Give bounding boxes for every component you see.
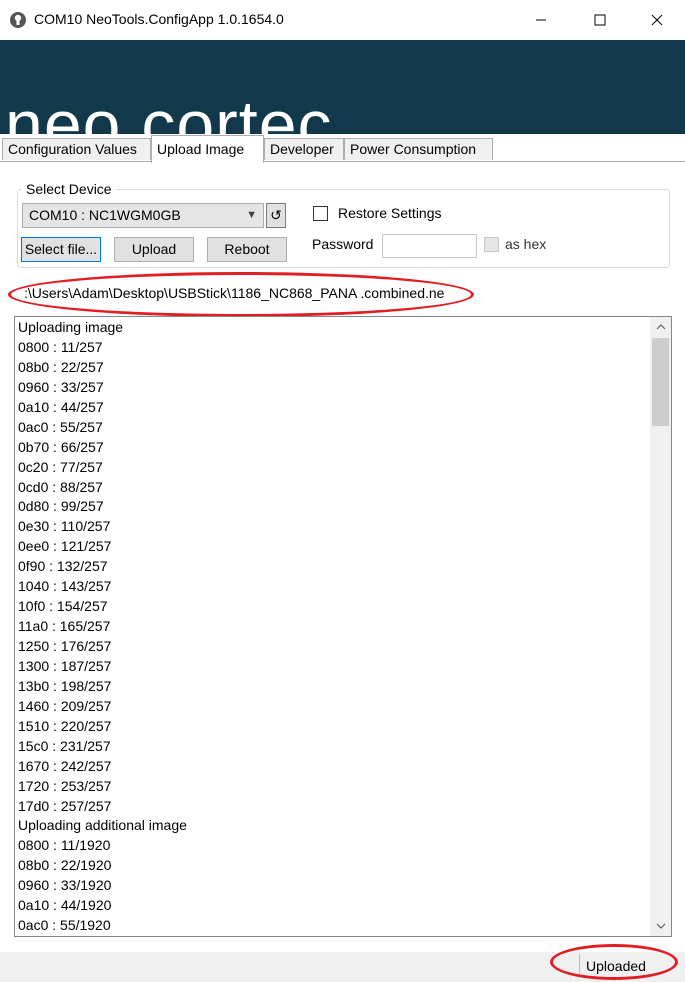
log-line: 1250 : 176/257 <box>18 638 112 654</box>
minimize-icon <box>536 19 546 21</box>
upload-button[interactable]: Upload <box>114 237 194 262</box>
log-line: 15c0 : 231/257 <box>18 737 111 754</box>
log-line: 13b0 : 198/257 <box>18 677 112 694</box>
log-line: Uploading additional image <box>18 817 187 834</box>
tab-configuration-values[interactable]: Configuration Values <box>2 138 151 160</box>
log-line: 08b0 : 22/1920 <box>18 857 112 874</box>
log-line: 0c20 : 77/257 <box>18 458 103 475</box>
log-line: 11a0 : 165/257 <box>18 618 111 635</box>
device-select[interactable]: COM10 : NC1WGM0GB ▼ <box>22 203 264 228</box>
upload-log[interactable]: Uploading image 0800 : 11/257 08b0 : 22/25… <box>14 316 672 937</box>
as-hex-checkbox[interactable] <box>484 237 499 252</box>
log-line: 0a10 : 44/1920 <box>18 897 112 914</box>
maximize-button[interactable] <box>571 0 629 40</box>
chevron-down-icon <box>656 923 665 929</box>
chevron-up-icon <box>656 324 665 330</box>
log-line: 0800 : 11/257 <box>18 338 103 355</box>
restore-settings-checkbox[interactable] <box>313 206 328 221</box>
app-icon <box>10 12 26 28</box>
log-lines: Uploading image 0800 : 11/257 08b0 : 22/25… <box>18 317 648 935</box>
log-line: 0e30 : 110/257 <box>18 518 111 535</box>
scroll-down-button[interactable] <box>650 916 671 936</box>
file-path-text: :\Users\Adam\Desktop\USBStick\1186_NC868… <box>24 285 445 301</box>
reboot-button[interactable]: Reboot <box>207 237 287 262</box>
title-bar: COM10 NeoTools.ConfigApp 1.0.1654.0 <box>0 0 685 40</box>
minimize-button[interactable] <box>512 0 570 40</box>
log-line: 0b70 : 66/257 <box>18 438 104 455</box>
window-title: COM10 NeoTools.ConfigApp 1.0.1654.0 <box>34 11 284 27</box>
tab-power-consumption[interactable]: Power Consumption <box>344 138 493 160</box>
status-bar <box>0 952 685 982</box>
log-line: 1720 : 253/257 <box>18 777 112 794</box>
tab-strip: Configuration Values Upload Image Develo… <box>0 134 685 163</box>
log-line: 0ac0 : 55/257 <box>18 418 103 435</box>
tab-upload-image[interactable]: Upload Image <box>151 135 264 163</box>
brand-banner: neo.cortec <box>0 40 685 160</box>
close-button[interactable] <box>628 0 685 40</box>
log-line: 1670 : 242/257 <box>18 757 112 774</box>
device-select-value: COM10 : NC1WGM0GB <box>29 207 181 223</box>
log-line: 0ac0 : 55/1920 <box>18 917 111 934</box>
refresh-icon: ↺ <box>270 207 282 223</box>
tab-developer[interactable]: Developer <box>264 138 344 160</box>
log-line: 1510 : 220/257 <box>18 717 112 734</box>
close-icon <box>651 14 663 26</box>
log-line: 0800 : 11/1920 <box>18 837 111 854</box>
scroll-up-button[interactable] <box>650 317 671 337</box>
log-line: 10f0 : 154/257 <box>18 598 108 615</box>
log-line: 0cd0 : 88/257 <box>18 478 103 495</box>
log-line: 1460 : 209/257 <box>18 697 112 714</box>
log-line: Uploading image <box>18 319 124 335</box>
select-device-label: Select Device <box>22 181 116 197</box>
log-line: 0960 : 33/1920 <box>18 877 112 894</box>
as-hex-label: as hex <box>505 236 547 252</box>
log-line: 0960 : 33/257 <box>18 378 104 395</box>
log-line: 0d80 : 99/257 <box>18 498 104 515</box>
log-line: 17d0 : 257/257 <box>18 797 112 814</box>
refresh-button[interactable]: ↺ <box>266 203 286 228</box>
log-line: 0ee0 : 121/257 <box>18 538 112 555</box>
log-line: 1040 : 143/257 <box>18 578 112 595</box>
scroll-thumb[interactable] <box>652 338 669 426</box>
status-separator <box>579 954 580 976</box>
select-file-button[interactable]: Select file... <box>21 237 101 262</box>
tab-divider <box>0 161 685 162</box>
log-scrollbar[interactable] <box>650 317 671 936</box>
password-label: Password <box>312 236 374 252</box>
log-line: 0f90 : 132/257 <box>18 558 108 575</box>
log-line: 1300 : 187/257 <box>18 657 112 674</box>
password-input[interactable] <box>382 234 477 258</box>
status-text: Uploaded <box>586 958 646 974</box>
chevron-down-icon: ▼ <box>246 209 257 221</box>
restore-settings-label: Restore Settings <box>338 205 442 221</box>
maximize-icon <box>594 14 606 26</box>
log-line: 08b0 : 22/257 <box>18 358 104 375</box>
log-line: 0a10 : 44/257 <box>18 398 104 415</box>
